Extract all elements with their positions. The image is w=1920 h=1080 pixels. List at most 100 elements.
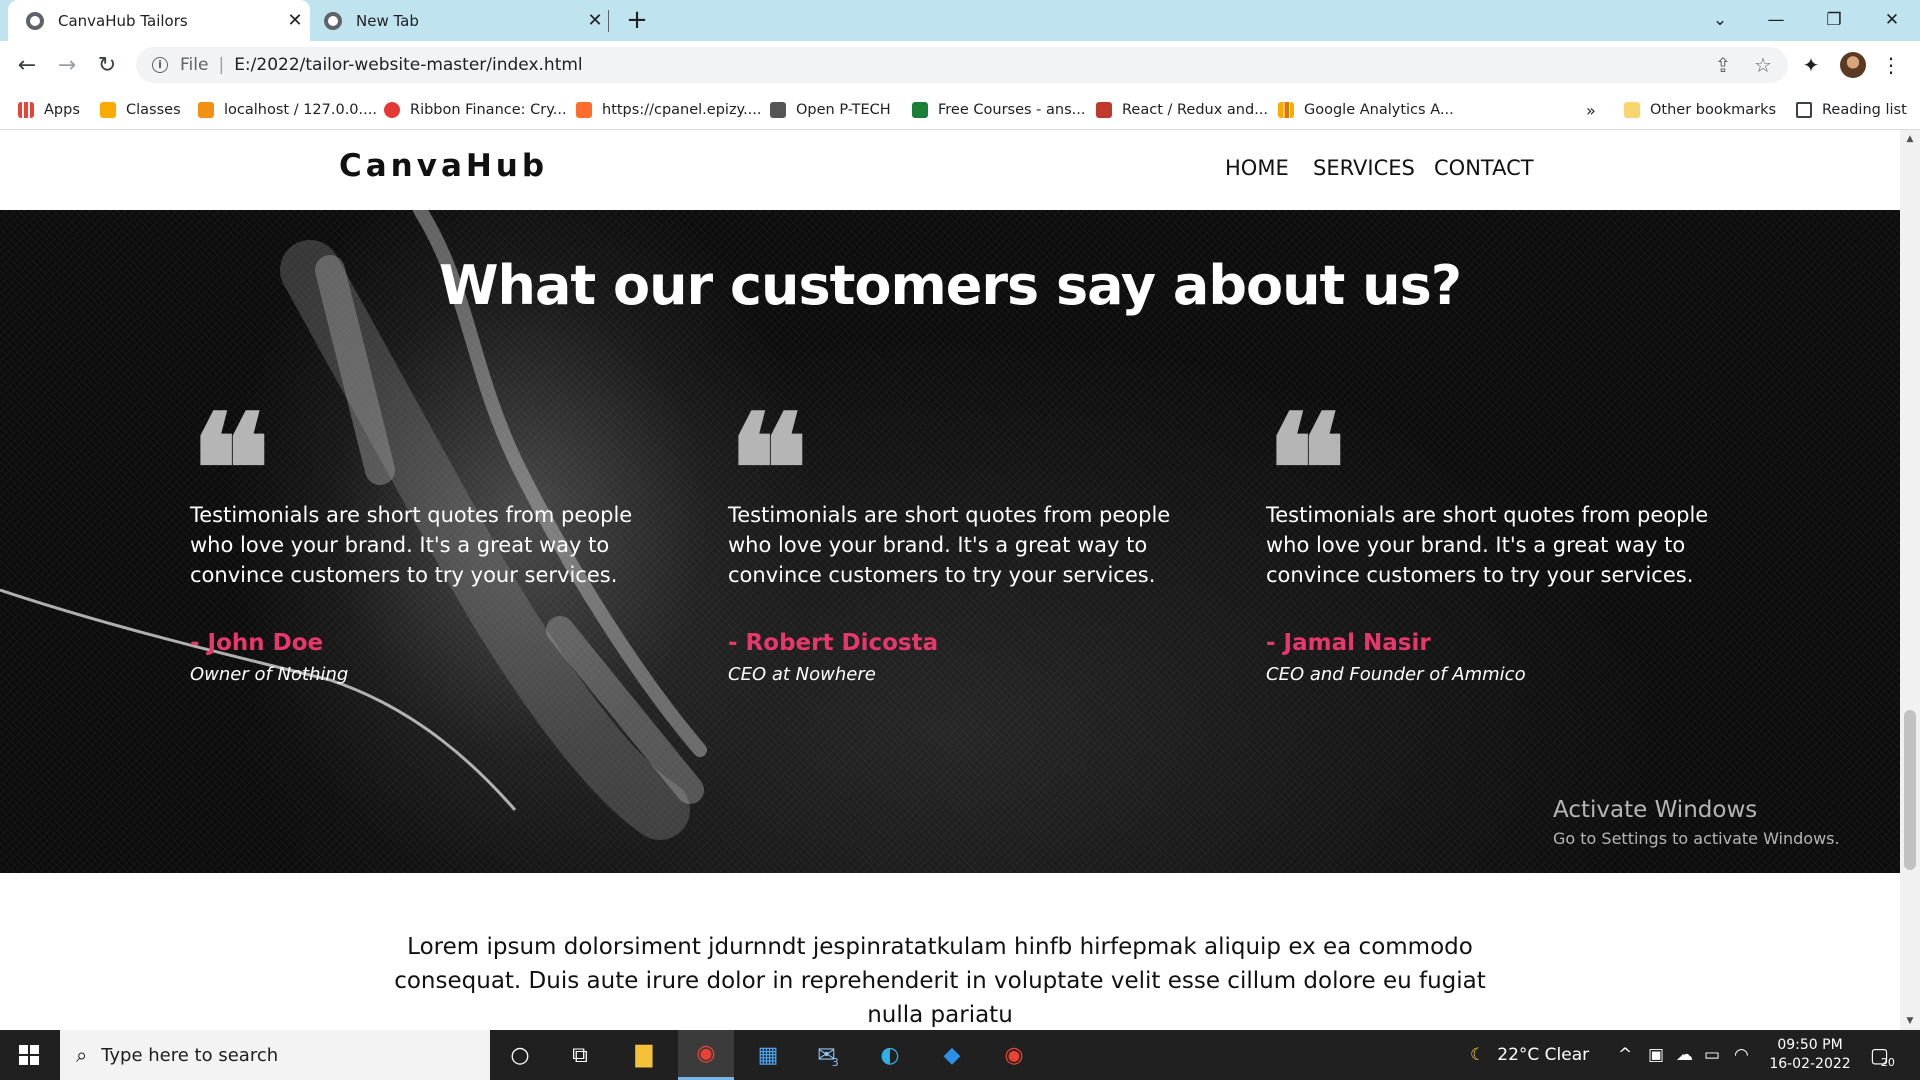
- mail-badge: 3: [831, 1055, 839, 1069]
- taskbar-search-placeholder: Type here to search: [101, 1044, 279, 1066]
- folder-icon: [1624, 102, 1640, 118]
- bookmark-react-redux[interactable]: React / Redux and...: [1096, 90, 1268, 130]
- page-scrollbar[interactable]: ▲ ▼: [1900, 130, 1920, 1030]
- close-icon[interactable]: ✕: [580, 10, 610, 31]
- watermark-subtitle: Go to Settings to activate Windows.: [1553, 829, 1840, 848]
- bookmark-label: Google Analytics A...: [1304, 102, 1454, 118]
- profile-avatar[interactable]: [1840, 52, 1866, 78]
- bookmark-star-icon[interactable]: ☆: [1748, 49, 1778, 81]
- testimonial-quote: Testimonials are short quotes from peopl…: [1266, 503, 1709, 587]
- browser-toolbar: ← → ↻ i File | E:/2022/tailor-website-ma…: [0, 41, 1920, 90]
- show-hidden-icons-button[interactable]: ^: [1618, 1030, 1632, 1080]
- testimonials-section: What our customers say about us? ❝ Testi…: [0, 210, 1900, 873]
- bookmark-label: Free Courses - ans...: [938, 102, 1086, 118]
- activate-windows-watermark: Activate Windows Go to Settings to activ…: [1553, 797, 1840, 848]
- about-paragraph: Lorem ipsum dolorsiment jdurnndt jespinr…: [394, 934, 1486, 1028]
- testimonial-author: - John Doe: [190, 630, 324, 656]
- bookmark-label: localhost / 127.0.0....: [224, 102, 377, 118]
- other-bookmarks[interactable]: Other bookmarks: [1624, 90, 1776, 130]
- bookmarks-overflow-button[interactable]: »: [1586, 90, 1596, 130]
- bookmark-label: https://cpanel.epizy....: [602, 102, 762, 118]
- tab-title: CanvaHub Tailors: [58, 11, 188, 30]
- edge-icon[interactable]: ◐: [862, 1030, 918, 1080]
- tab-new-tab[interactable]: New Tab ✕: [310, 0, 610, 41]
- bookmark-classes[interactable]: Classes: [100, 90, 181, 130]
- globe-icon: [26, 11, 44, 30]
- tab-canvahub[interactable]: CanvaHub Tailors ✕: [8, 0, 310, 41]
- site-navbar: CanvaHub HOME SERVICES CONTACT: [0, 130, 1900, 210]
- restore-button[interactable]: ❐: [1806, 0, 1862, 41]
- bookmark-ribbon[interactable]: Ribbon Finance: Cry...: [384, 90, 567, 130]
- nav-home[interactable]: HOME: [1225, 156, 1289, 180]
- extensions-icon[interactable]: ✦: [1796, 49, 1826, 81]
- bookmark-apps[interactable]: Apps: [18, 90, 80, 130]
- onedrive-icon[interactable]: ☁: [1676, 1030, 1693, 1080]
- start-button[interactable]: [0, 1030, 58, 1080]
- chrome-profile-icon[interactable]: ◉: [986, 1030, 1042, 1080]
- bookmark-label: Open P-TECH: [796, 102, 891, 118]
- bookmark-google-analytics[interactable]: Google Analytics A...: [1278, 90, 1454, 130]
- scroll-thumb[interactable]: [1904, 710, 1916, 870]
- system-clock[interactable]: 09:50 PM 16-02-2022: [1760, 1036, 1860, 1074]
- chrome-icon: [324, 11, 342, 30]
- microsoft-store-icon[interactable]: ▦: [740, 1030, 796, 1080]
- minimize-button[interactable]: —: [1748, 0, 1804, 41]
- cortana-icon[interactable]: ○: [492, 1030, 548, 1080]
- nav-services[interactable]: SERVICES: [1313, 156, 1415, 180]
- bookmark-free-courses[interactable]: Free Courses - ans...: [912, 90, 1085, 130]
- wifi-icon[interactable]: ◠: [1734, 1030, 1749, 1080]
- testimonial-card: ❝ Testimonials are short quotes from peo…: [728, 382, 1188, 685]
- bookmark-label: Classes: [126, 102, 181, 118]
- address-bar[interactable]: i File | E:/2022/tailor-website-master/i…: [136, 47, 1788, 83]
- bookmarks-bar: Apps Classes localhost / 127.0.0.... Rib…: [0, 90, 1920, 130]
- close-window-button[interactable]: ✕: [1864, 0, 1920, 41]
- notifications-button[interactable]: ▢ 20: [1870, 1030, 1895, 1080]
- reload-button[interactable]: ↻: [90, 49, 124, 83]
- tab-search-button[interactable]: ⌄: [1692, 0, 1748, 41]
- battery-icon[interactable]: ▭: [1704, 1030, 1720, 1080]
- bookmark-label: Apps: [44, 102, 80, 118]
- web-page: CanvaHub HOME SERVICES CONTACT What our …: [0, 130, 1900, 1030]
- testimonial-role: CEO at Nowhere: [728, 664, 876, 685]
- testimonial-role: Owner of Nothing: [190, 664, 349, 685]
- taskbar-search[interactable]: ⌕ Type here to search: [60, 1030, 490, 1080]
- testimonial-author: - Jamal Nasir: [1266, 630, 1431, 656]
- testimonial-quote: Testimonials are short quotes from peopl…: [728, 503, 1171, 587]
- address-scheme: File: [180, 55, 209, 75]
- reading-list[interactable]: Reading list: [1796, 90, 1907, 130]
- testimonial-role: CEO and Founder of Ammico: [1266, 664, 1526, 685]
- weather-widget[interactable]: ☾ 22°C Clear: [1470, 1030, 1589, 1080]
- close-icon[interactable]: ✕: [280, 10, 310, 31]
- task-view-icon[interactable]: ⧉: [552, 1030, 608, 1080]
- forward-button[interactable]: →: [50, 49, 84, 83]
- tab-strip: CanvaHub Tailors ✕ New Tab ✕ + ⌄ — ❐ ✕: [0, 0, 1920, 41]
- meet-now-icon[interactable]: ▣: [1648, 1030, 1664, 1080]
- other-bookmarks-label: Other bookmarks: [1650, 102, 1777, 118]
- bookmark-label: React / Redux and...: [1122, 102, 1269, 118]
- nav-contact[interactable]: CONTACT: [1434, 156, 1534, 180]
- bookmark-ptech[interactable]: Open P-TECH: [770, 90, 891, 130]
- search-icon: ⌕: [76, 1043, 88, 1067]
- clock-time: 09:50 PM: [1777, 1037, 1843, 1053]
- vscode-icon[interactable]: ◆: [924, 1030, 980, 1080]
- share-icon[interactable]: ⇪: [1708, 49, 1738, 81]
- bookmark-localhost[interactable]: localhost / 127.0.0....: [198, 90, 377, 130]
- tab-title: New Tab: [356, 11, 419, 30]
- site-logo[interactable]: CanvaHub: [339, 148, 548, 184]
- back-button[interactable]: ←: [10, 49, 44, 83]
- chrome-taskbar-icon[interactable]: ◉: [678, 1030, 734, 1080]
- scroll-up-arrow-icon[interactable]: ▲: [1900, 130, 1920, 148]
- menu-icon[interactable]: ⋮: [1876, 49, 1906, 81]
- info-icon[interactable]: i: [152, 57, 168, 73]
- reading-list-icon: [1796, 102, 1812, 118]
- address-url[interactable]: E:/2022/tailor-website-master/index.html: [234, 55, 582, 75]
- tab-separator: [608, 10, 609, 32]
- testimonial-quote: Testimonials are short quotes from peopl…: [190, 503, 633, 587]
- bookmark-cpanel[interactable]: https://cpanel.epizy....: [576, 90, 762, 130]
- new-tab-button[interactable]: +: [622, 4, 652, 36]
- notification-count: 20: [1880, 1055, 1895, 1069]
- quote-icon: ❝: [728, 382, 809, 558]
- scroll-down-arrow-icon[interactable]: ▼: [1900, 1012, 1920, 1030]
- file-explorer-icon[interactable]: ▇: [616, 1030, 672, 1080]
- mail-icon[interactable]: ✉ 3: [800, 1030, 856, 1080]
